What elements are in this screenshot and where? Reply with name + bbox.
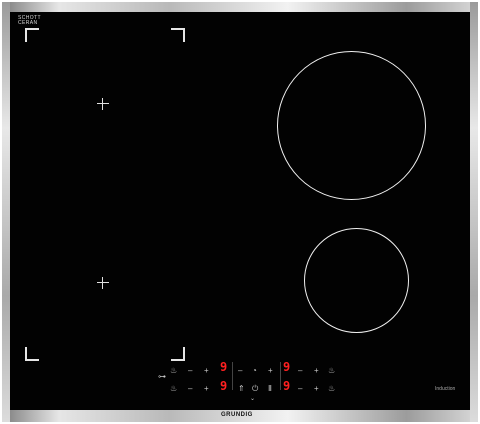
power-icon[interactable]: ⏻ (252, 384, 258, 394)
center-top-minus-button[interactable]: – (238, 366, 242, 376)
flex-zone-top-center-mark (97, 98, 109, 110)
schott-ceran-logo: SCHOTT CERAN (18, 16, 41, 26)
pause-icon[interactable]: Ⅱ (268, 384, 272, 394)
left-top-plus-button[interactable]: + (204, 366, 209, 376)
left-top-minus-button[interactable]: – (188, 366, 192, 376)
left-bottom-power-display: 9 (220, 379, 228, 393)
pan-icon[interactable]: ♨ (170, 384, 177, 394)
frame-left-edge (2, 2, 10, 422)
flex-zone-corner-top-right (171, 28, 185, 42)
flex-zone-corner-bottom-left (25, 347, 39, 361)
panel-divider-right (280, 362, 281, 390)
center-top-plus-button[interactable]: + (268, 366, 273, 376)
frame-right-edge (470, 2, 478, 422)
booster-icon[interactable]: ⇑ (238, 384, 245, 394)
left-bottom-minus-button[interactable]: – (188, 384, 192, 394)
right-bottom-minus-button[interactable]: – (298, 384, 302, 394)
pan-icon[interactable]: ♨ (328, 366, 335, 376)
right-top-plus-button[interactable]: + (314, 366, 319, 376)
touch-control-panel: ⊶ ♨ – + 9 ♨ – + 9 – ◔ + ⇑ ⏻ Ⅱ ⌄ 9 – + ♨ … (152, 356, 347, 402)
brand-logo-line-2: CERAN (18, 20, 38, 26)
right-top-power-display: 9 (283, 360, 291, 374)
small-cooking-zone (304, 228, 409, 333)
grundig-logo: GRUNDIG (221, 412, 253, 418)
chevron-down-icon: ⌄ (250, 396, 256, 402)
flex-zone-corner-top-left (25, 28, 39, 42)
right-bottom-plus-button[interactable]: + (314, 384, 319, 394)
pan-icon[interactable]: ♨ (170, 366, 177, 376)
pan-icon[interactable]: ♨ (328, 384, 335, 394)
panel-divider-left (232, 362, 233, 390)
induction-label: Induction (435, 386, 456, 392)
large-cooking-zone (277, 51, 426, 200)
flex-zone-bottom-center-mark (97, 277, 109, 289)
right-top-minus-button[interactable]: – (298, 366, 302, 376)
right-bottom-power-display: 9 (283, 379, 291, 393)
left-bottom-plus-button[interactable]: + (204, 384, 209, 394)
left-top-power-display: 9 (220, 360, 228, 374)
lock-icon[interactable]: ⊶ (158, 372, 166, 382)
timer-icon[interactable]: ◔ (252, 366, 257, 376)
